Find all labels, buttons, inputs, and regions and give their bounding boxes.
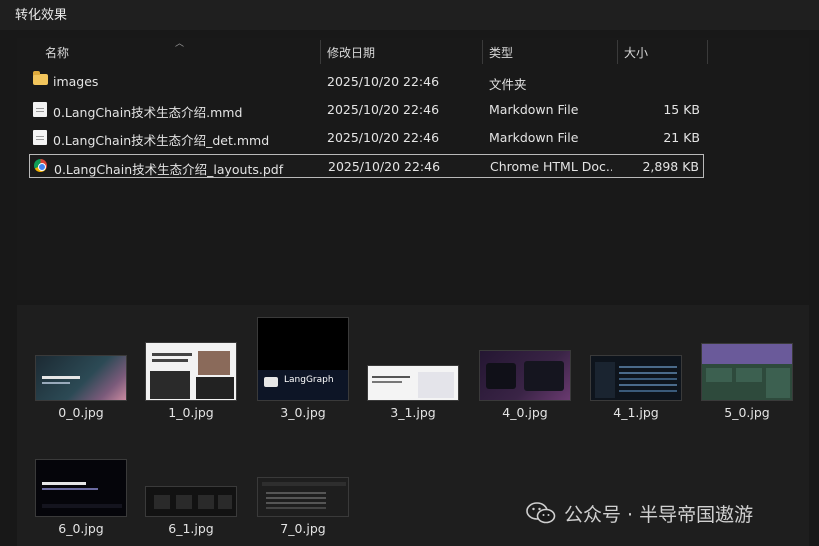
column-header-name[interactable]: 名称: [45, 44, 69, 61]
file-date: 2025/10/20 22:46: [327, 130, 440, 145]
thumbnail-item[interactable]: 4_0.jpg: [479, 350, 571, 425]
thumbnail-image: [145, 342, 237, 401]
thumbnail-image: [367, 365, 459, 401]
column-divider[interactable]: [482, 40, 483, 64]
thumbnail-label: 3_0.jpg: [280, 405, 326, 420]
thumbnail-label: 6_0.jpg: [58, 521, 104, 536]
thumbnail-label: 0_0.jpg: [58, 405, 104, 420]
thumbnail-label: 5_0.jpg: [724, 405, 770, 420]
file-row-mmd[interactable]: 0.LangChain技术生态介绍.mmd 2025/10/20 22:46 M…: [29, 98, 704, 122]
column-headers: ︿ 名称 修改日期 类型 大小: [17, 38, 809, 66]
thumbnail-item[interactable]: LangGraph 3_0.jpg: [257, 317, 349, 425]
file-row-layouts-pdf[interactable]: 0.LangChain技术生态介绍_layouts.pdf 2025/10/20…: [29, 154, 704, 178]
file-size: 15 KB: [663, 102, 700, 117]
thumbnail-item[interactable]: 1_0.jpg: [145, 342, 237, 425]
file-row-det-mmd[interactable]: 0.LangChain技术生态介绍_det.mmd 2025/10/20 22:…: [29, 126, 704, 150]
file-type: Markdown File: [489, 130, 579, 145]
thumbnail-image: [35, 459, 127, 517]
thumbnail-label: 1_0.jpg: [168, 405, 214, 420]
window-title: 转化效果: [15, 8, 68, 23]
column-divider[interactable]: [320, 40, 321, 64]
file-name: 0.LangChain技术生态介绍_det.mmd: [53, 133, 270, 148]
file-size: 2,898 KB: [642, 159, 699, 174]
thumbnail-label: 6_1.jpg: [168, 521, 214, 536]
file-date: 2025/10/20 22:46: [327, 74, 440, 89]
thumbnail-image: [590, 355, 682, 401]
thumbnail-image: LangGraph: [257, 317, 349, 401]
thumbnail-image: [35, 355, 127, 401]
file-date: 2025/10/20 22:46: [328, 159, 441, 174]
chrome-icon: [34, 159, 47, 172]
thumbnail-item[interactable]: 6_1.jpg: [145, 486, 237, 541]
file-size: 21 KB: [663, 130, 700, 145]
thumbnail-label: 4_1.jpg: [613, 405, 659, 420]
file-name: 0.LangChain技术生态介绍_layouts.pdf: [54, 162, 284, 177]
thumbnail-caption: LangGraph: [284, 375, 334, 385]
watermark-text: 公众号 · 半导帝国遨游: [564, 504, 754, 526]
thumbnail-item[interactable]: 0_0.jpg: [35, 355, 127, 425]
column-header-size[interactable]: 大小: [624, 44, 648, 61]
file-date: 2025/10/20 22:46: [327, 102, 440, 117]
file-type: Chrome HTML Doc...: [490, 159, 612, 174]
folder-icon: [33, 71, 48, 85]
thumbnail-image: [257, 477, 349, 517]
file-type: Markdown File: [489, 102, 579, 117]
file-type: 文件夹: [489, 77, 527, 92]
thumbnail-item[interactable]: 5_0.jpg: [701, 343, 793, 425]
thumbnail-image: [145, 486, 237, 517]
thumbnail-image: [701, 343, 793, 401]
thumbnail-image: [479, 350, 571, 401]
file-row-images[interactable]: images 2025/10/20 22:46 文件夹: [29, 70, 704, 94]
wechat-icon: [526, 502, 556, 524]
file-list: ︿ 名称 修改日期 类型 大小 images 2025/10/20 22:46 …: [17, 38, 809, 300]
column-header-date[interactable]: 修改日期: [327, 44, 375, 61]
file-name: 0.LangChain技术生态介绍.mmd: [53, 105, 243, 120]
title-bar: 转化效果: [0, 0, 819, 30]
thumbnail-item[interactable]: 3_1.jpg: [367, 365, 459, 425]
thumbnail-item[interactable]: 7_0.jpg: [257, 477, 349, 541]
sort-ascending-icon: ︿: [175, 39, 185, 49]
thumbnail-item[interactable]: 6_0.jpg: [35, 459, 127, 541]
column-divider[interactable]: [617, 40, 618, 64]
thumbnail-label: 7_0.jpg: [280, 521, 326, 536]
column-divider[interactable]: [707, 40, 708, 64]
file-name: images: [53, 74, 99, 89]
document-icon: [33, 102, 47, 117]
thumbnail-label: 3_1.jpg: [390, 405, 436, 420]
column-header-type[interactable]: 类型: [489, 44, 513, 61]
document-icon: [33, 130, 47, 145]
thumbnail-label: 4_0.jpg: [502, 405, 548, 420]
thumbnail-item[interactable]: 4_1.jpg: [590, 355, 682, 425]
